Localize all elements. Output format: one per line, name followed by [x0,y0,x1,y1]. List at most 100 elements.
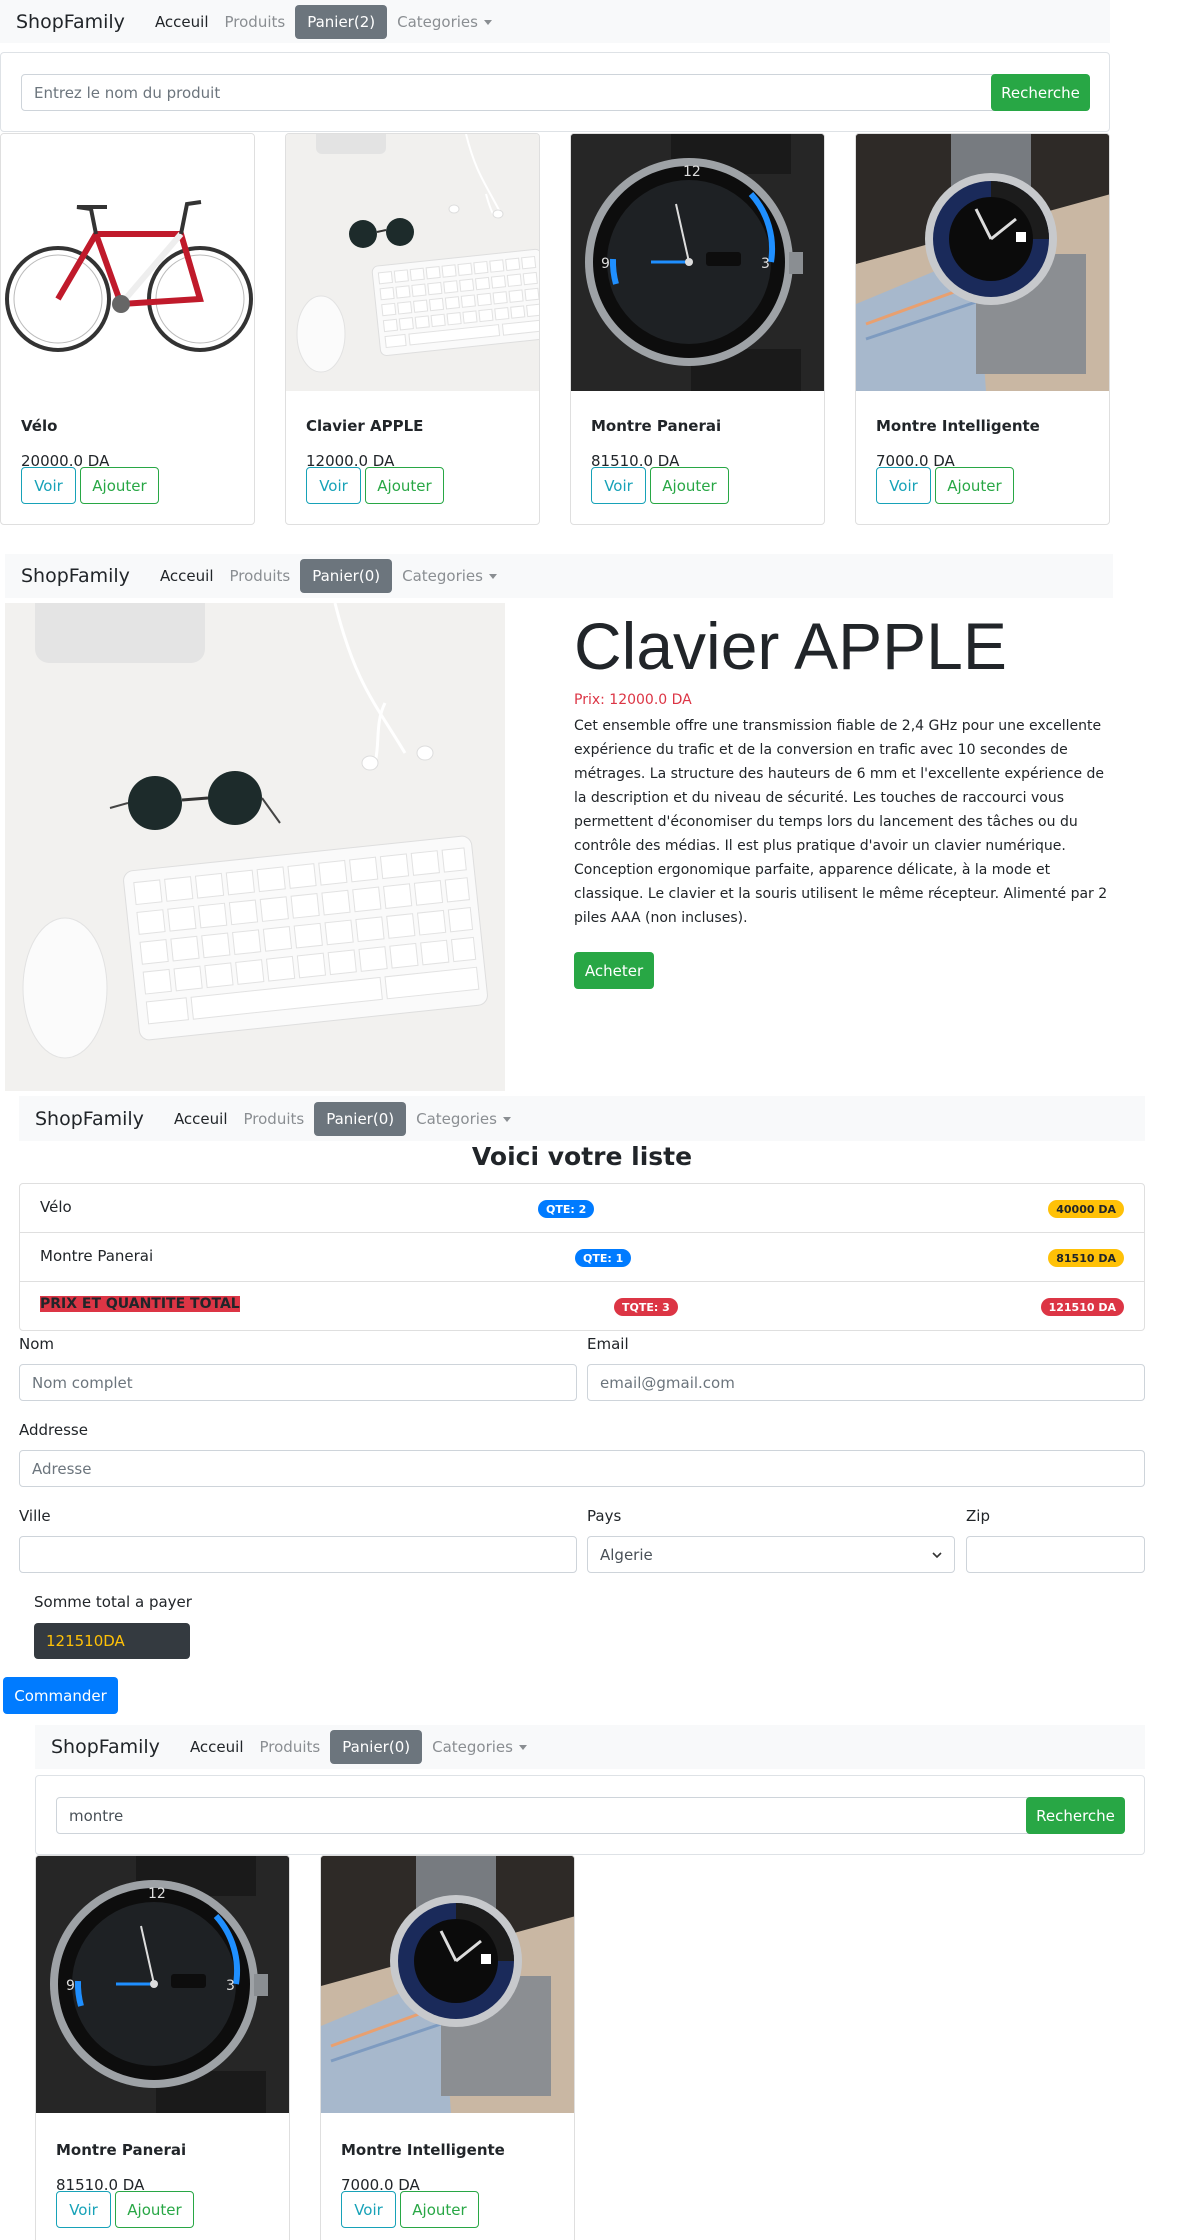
address-field[interactable]: Adresse [19,1450,1145,1487]
chevron-down-icon [488,574,497,579]
city-field[interactable] [19,1536,577,1573]
svg-text:12: 12 [148,1886,166,1902]
nav-cart[interactable]: Panier(0) [314,1101,407,1136]
search-button[interactable]: Recherche [991,74,1090,111]
product-name: Montre Panerai [591,417,722,435]
buy-button[interactable]: Acheter [574,952,654,989]
chevron-down-icon [483,19,492,25]
nav-categories[interactable]: Categories [408,1110,519,1128]
nav-home[interactable]: Acceuil [152,567,222,585]
cart-heading: Voici votre liste [471,1142,693,1171]
keyboard-image [22,603,488,1059]
search-input[interactable]: Entrez le nom du produit [21,74,1001,111]
brand-logo[interactable]: ShopFamily [35,1108,144,1130]
nav-categories[interactable]: Categories [424,1738,535,1756]
product-image-wristwatch[interactable] [856,134,1109,391]
address-label: Addresse [19,1421,88,1439]
product-card: Montre Intelligente 7000.0 DA Voir Ajout… [320,1855,575,2240]
product-card: Montre Intelligente 7000.0 DA Voir Ajout… [855,133,1110,525]
search-button[interactable]: Recherche [1026,1797,1125,1834]
add-button[interactable]: Ajouter [80,467,159,504]
zip-label: Zip [966,1507,990,1525]
search-panel: Entrez le nom du produit Recherche [0,52,1110,132]
total-payable-value: 121510DA [34,1623,190,1659]
navbar: ShopFamily Acceuil Produits Panier(0) Ca… [19,1096,1145,1141]
brand-logo[interactable]: ShopFamily [21,565,130,587]
product-card: Vélo 20000.0 DA Voir Ajouter [0,133,255,525]
wristwatch-image [321,1856,574,2113]
add-button[interactable]: Ajouter [400,2191,479,2228]
cart-total-label: PRIX ET QUANTITE TOTAL [40,1296,240,1312]
quantity-badge: QTE: 2 [538,1200,595,1218]
product-detail-price: Prix: 12000.0 DA [574,692,692,708]
nav-categories[interactable]: Categories [394,567,505,585]
view-button[interactable]: Voir [56,2191,111,2228]
chevron-down-icon [502,1116,511,1122]
add-button[interactable]: Ajouter [650,467,729,504]
total-price-badge: 121510 DA [1040,1298,1124,1316]
product-name: Montre Intelligente [876,417,1040,435]
nav-products[interactable]: Produits [236,1110,313,1128]
nav-categories-label: Categories [416,1109,497,1128]
country-select[interactable]: Algerie [587,1536,955,1573]
nav-home[interactable]: Acceuil [166,1110,236,1128]
product-card: 12 3 9 Montre Panerai 81510.0 DA Voir Aj… [35,1855,290,2240]
product-title: Clavier APPLE [574,609,1007,683]
cart-item-name: Montre Panerai [40,1247,154,1265]
product-name: Clavier APPLE [306,417,424,435]
nav-home[interactable]: Acceuil [147,13,217,31]
product-image-watch[interactable]: 12 3 9 [36,1856,289,2113]
svg-text:3: 3 [226,1978,235,1994]
brand-logo[interactable]: ShopFamily [16,11,125,33]
keyboard-image [296,134,539,373]
email-field[interactable]: email@gmail.com [587,1364,1145,1401]
add-button[interactable]: Ajouter [365,467,444,504]
product-image-bike[interactable] [1,134,254,391]
nav-cart[interactable]: Panier(2) [295,4,388,39]
search-panel: montre Recherche [35,1775,1145,1855]
nav-cart[interactable]: Panier(0) [300,559,393,593]
product-image-keyboard[interactable] [286,134,539,391]
smartwatch-image: 12 3 9 [36,1856,289,2113]
search-input[interactable]: montre [56,1797,1036,1834]
add-button[interactable]: Ajouter [935,467,1014,504]
cart-total-row: PRIX ET QUANTITE TOTAL TQTE: 3 121510 DA [20,1282,1144,1331]
order-button[interactable]: Commander [3,1677,118,1714]
cart-list: Vélo QTE: 2 40000 DA Montre Panerai QTE:… [19,1183,1145,1331]
name-field[interactable]: Nom complet [19,1364,577,1401]
navbar: ShopFamily Acceuil Produits Panier(2) Ca… [0,0,1110,43]
view-button[interactable]: Voir [306,467,361,504]
chevron-down-icon [932,1551,942,1558]
product-name: Vélo [21,417,58,435]
nav-categories-label: Categories [432,1738,513,1756]
product-detail-image [5,603,505,1091]
wristwatch-image [856,134,1109,391]
nav-categories-label: Categories [397,12,478,31]
bike-image [5,200,253,352]
nav-products[interactable]: Produits [222,567,299,585]
brand-logo[interactable]: ShopFamily [51,1736,160,1758]
nav-cart[interactable]: Panier(0) [330,1730,423,1764]
add-button[interactable]: Ajouter [115,2191,194,2228]
product-image-watch[interactable]: 12 3 9 [571,134,824,391]
zip-field[interactable] [966,1536,1145,1573]
email-label: Email [587,1335,629,1353]
total-payable-label: Somme total a payer [34,1593,192,1611]
view-button[interactable]: Voir [21,467,76,504]
view-button[interactable]: Voir [876,467,931,504]
city-label: Ville [19,1507,51,1525]
product-image-wristwatch[interactable] [321,1856,574,2113]
nav-products[interactable]: Produits [217,13,294,31]
chevron-down-icon [518,1745,527,1750]
svg-text:12: 12 [683,164,701,180]
nav-categories[interactable]: Categories [389,13,500,31]
svg-text:9: 9 [601,256,610,272]
nav-home[interactable]: Acceuil [182,1738,252,1756]
smartwatch-image: 12 3 9 [571,134,824,391]
view-button[interactable]: Voir [591,467,646,504]
product-description: Cet ensemble offre une transmission fiab… [574,718,1108,926]
product-card: Clavier APPLE 12000.0 DA Voir Ajouter [285,133,540,525]
price-badge: 81510 DA [1048,1249,1124,1267]
nav-products[interactable]: Produits [252,1738,329,1756]
view-button[interactable]: Voir [341,2191,396,2228]
